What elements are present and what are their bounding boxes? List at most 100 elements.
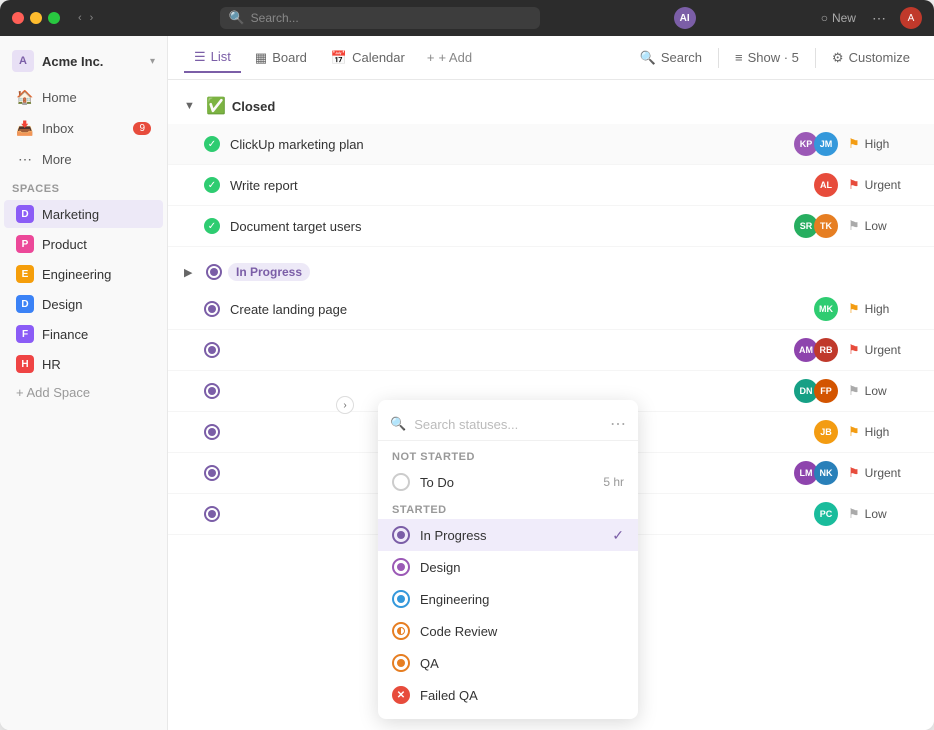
task-checkbox[interactable]	[204, 506, 220, 522]
tab-calendar[interactable]: 📅 Calendar	[321, 44, 415, 72]
priority-label: Urgent	[865, 343, 901, 357]
inprogress-label: In Progress	[420, 528, 602, 543]
avatar: AL	[814, 173, 838, 197]
not-started-section-label: NOT STARTED	[378, 445, 638, 466]
customize-button[interactable]: ⚙ Customize	[824, 45, 918, 71]
search-bar-placeholder: Search...	[251, 11, 299, 25]
search-button[interactable]: 🔍 Search	[632, 45, 710, 71]
show-button[interactable]: ≡ Show · 5	[727, 45, 807, 70]
status-option-design[interactable]: Design	[378, 551, 638, 583]
flag-icon: ⚑	[848, 506, 860, 522]
forward-arrow-icon[interactable]: ›	[88, 12, 96, 24]
grid-icon[interactable]: ⋯	[872, 10, 886, 27]
qa-label: QA	[420, 656, 624, 671]
inbox-badge: 9	[133, 122, 151, 135]
task-name: ClickUp marketing plan	[230, 137, 784, 152]
sidebar-item-home-label: Home	[42, 90, 77, 105]
sidebar-item-more[interactable]: ⋯ More	[4, 145, 163, 174]
expand-arrow-icon: ›	[343, 400, 346, 411]
sidebar-item-inbox[interactable]: 📥 Inbox 9	[4, 114, 163, 143]
task-checkbox[interactable]: ✓	[204, 218, 220, 234]
maximize-window-button[interactable]	[48, 12, 60, 24]
sidebar-item-engineering[interactable]: E Engineering	[4, 260, 163, 288]
close-window-button[interactable]	[12, 12, 24, 24]
tab-list[interactable]: ☰ List	[184, 43, 241, 73]
sidebar-item-home[interactable]: 🏠 Home	[4, 83, 163, 112]
sidebar-item-design[interactable]: D Design	[4, 290, 163, 318]
avatar: PC	[814, 502, 838, 526]
task-checkbox[interactable]	[204, 424, 220, 440]
priority-label: Urgent	[865, 466, 901, 480]
global-search-bar[interactable]: 🔍 Search...	[220, 7, 540, 29]
sidebar-item-finance[interactable]: F Finance	[4, 320, 163, 348]
task-avatars: SR TK	[794, 214, 838, 238]
minimize-window-button[interactable]	[30, 12, 42, 24]
title-bar: ‹ › 🔍 Search... AI ○ New ⋯ A	[0, 0, 934, 36]
flag-icon: ⚑	[848, 342, 860, 358]
check-icon: ✓	[208, 180, 216, 191]
task-avatars: AM RB	[794, 338, 838, 362]
priority-flag: ⚑ Low	[848, 506, 918, 522]
product-space-dot: P	[16, 235, 34, 253]
status-search-input[interactable]	[414, 417, 602, 432]
priority-flag: ⚑ Urgent	[848, 177, 918, 193]
sidebar: A Acme Inc. ▾ 🏠 Home 📥 Inbox 9 ⋯ More Sp…	[0, 36, 168, 730]
tab-board[interactable]: ▦ Board	[245, 44, 317, 72]
add-space-button[interactable]: + Add Space	[4, 380, 163, 405]
section-in-progress[interactable]: ▶ In Progress	[168, 255, 934, 289]
board-icon: ▦	[255, 50, 267, 66]
in-progress-label: In Progress	[228, 263, 310, 281]
list-icon: ☰	[194, 49, 206, 65]
task-checkbox[interactable]	[204, 383, 220, 399]
flag-icon: ⚑	[848, 424, 860, 440]
inprogress-status-icon	[392, 526, 410, 544]
task-row[interactable]: ⋮⋮ ✓ ClickUp marketing plan KP JM ⚑ High	[168, 124, 934, 165]
sidebar-item-product[interactable]: P Product	[4, 230, 163, 258]
sidebar-item-marketing[interactable]: D Marketing	[4, 200, 163, 228]
ai-badge[interactable]: AI	[674, 7, 696, 29]
priority-flag: ⚑ High	[848, 136, 918, 152]
closed-chevron-icon: ▼	[184, 100, 198, 112]
priority-flag: ⚑ Low	[848, 383, 918, 399]
avatar: TK	[814, 214, 838, 238]
back-arrow-icon[interactable]: ‹	[76, 12, 84, 24]
task-checkbox[interactable]: ✓	[204, 136, 220, 152]
status-option-engineering[interactable]: Engineering	[378, 583, 638, 615]
status-option-qa[interactable]: QA	[378, 647, 638, 679]
status-option-inprogress[interactable]: In Progress ✓	[378, 519, 638, 551]
status-option-codereview[interactable]: Code Review	[378, 615, 638, 647]
task-avatars: KP JM	[794, 132, 838, 156]
started-section-label: STARTED	[378, 498, 638, 519]
task-row[interactable]: Create landing page MK ⚑ High	[168, 289, 934, 330]
priority-label: High	[865, 302, 890, 316]
add-view-button[interactable]: + + Add	[419, 44, 480, 71]
hr-label: HR	[42, 357, 61, 372]
task-row[interactable]: AM RB ⚑ Urgent	[168, 330, 934, 371]
dropdown-more-icon[interactable]: ⋯	[610, 414, 626, 434]
task-checkbox[interactable]	[204, 465, 220, 481]
avatar: RB	[814, 338, 838, 362]
task-checkbox[interactable]	[204, 342, 220, 358]
task-checkbox[interactable]	[204, 301, 220, 317]
task-row[interactable]: ✓ Document target users SR TK ⚑ Low	[168, 206, 934, 247]
priority-flag: ⚑ Urgent	[848, 342, 918, 358]
failedqa-status-icon: ✕	[392, 686, 410, 704]
codereview-label: Code Review	[420, 624, 624, 639]
customize-icon: ⚙	[832, 50, 844, 66]
expand-panel-button[interactable]: ›	[336, 396, 354, 414]
task-row[interactable]: ✓ Write report AL ⚑ Urgent	[168, 165, 934, 206]
avatar: FP	[814, 379, 838, 403]
avatar: NK	[814, 461, 838, 485]
todo-time: 5 hr	[603, 475, 624, 489]
task-checkbox[interactable]: ✓	[204, 177, 220, 193]
status-option-failedqa[interactable]: ✕ Failed QA	[378, 679, 638, 711]
marketing-space-dot: D	[16, 205, 34, 223]
closed-status: ✅ Closed	[206, 96, 275, 116]
org-header[interactable]: A Acme Inc. ▾	[0, 44, 167, 78]
new-button[interactable]: ○ New	[821, 11, 856, 25]
status-option-todo[interactable]: To Do 5 hr	[378, 466, 638, 498]
check-icon: ✓	[208, 221, 216, 232]
sidebar-item-hr[interactable]: H HR	[4, 350, 163, 378]
user-avatar[interactable]: A	[900, 7, 922, 29]
section-closed[interactable]: ▼ ✅ Closed	[168, 88, 934, 124]
